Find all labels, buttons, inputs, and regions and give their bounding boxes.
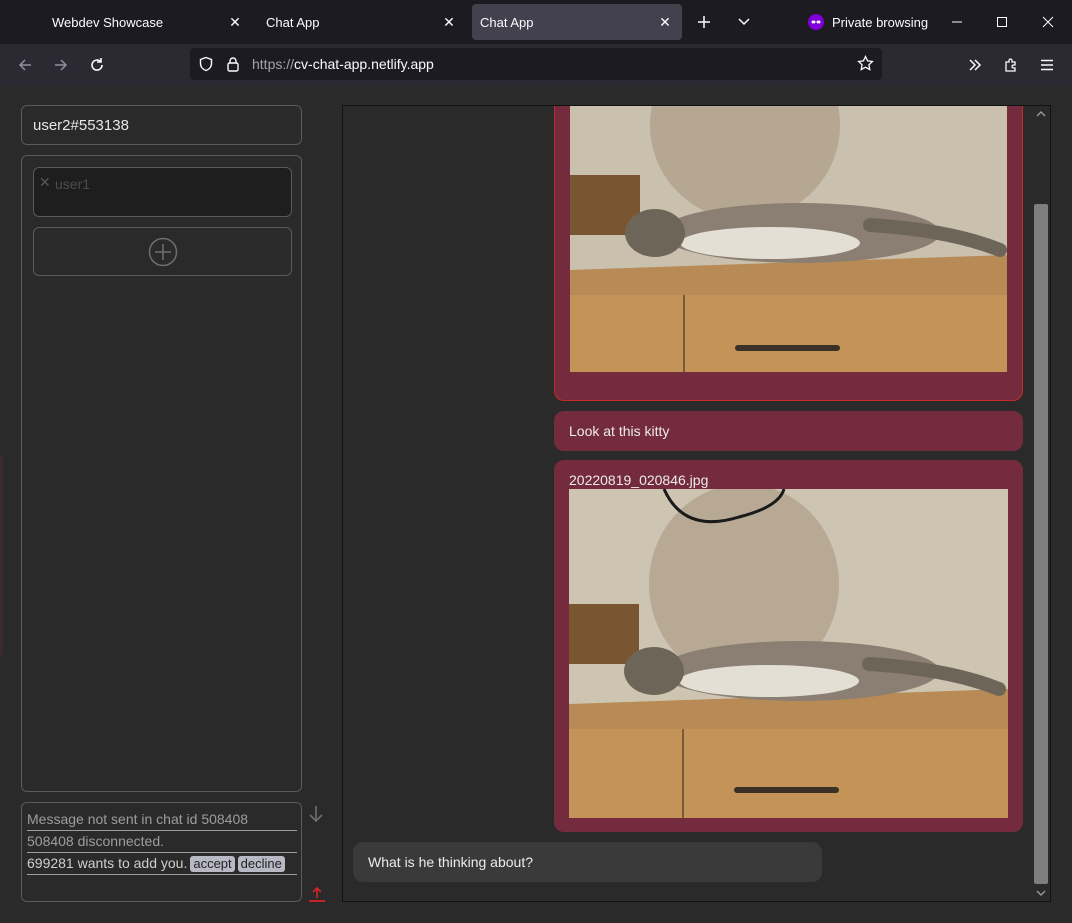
- chat-list-item[interactable]: ✕ user1: [33, 167, 292, 217]
- message-bubble-text: Look at this kitty: [554, 411, 1023, 451]
- username-display: user2#553138: [21, 105, 302, 145]
- maximize-icon: [997, 17, 1007, 27]
- list-tabs-button[interactable]: [729, 7, 759, 37]
- close-window-button[interactable]: [1033, 8, 1063, 36]
- star-icon[interactable]: [857, 55, 874, 72]
- extensions-button[interactable]: [996, 50, 1026, 80]
- private-mask-icon: [808, 14, 824, 30]
- tab-title: Webdev Showcase: [52, 15, 164, 30]
- notifications-panel: Message not sent in chat id 508408 50840…: [21, 802, 302, 902]
- cat-photo[interactable]: [570, 105, 1007, 372]
- minimize-icon: [952, 21, 962, 23]
- url-bar[interactable]: https://cv-chat-app.netlify.app: [190, 48, 882, 80]
- lock-icon[interactable]: [226, 56, 240, 72]
- back-button[interactable]: [10, 50, 40, 80]
- decline-button[interactable]: decline: [237, 856, 285, 872]
- scroll-down-icon[interactable]: [1036, 888, 1046, 898]
- menu-icon: [1041, 59, 1053, 71]
- chat-app-page: user2#553138 ✕ user1 Message not sent in…: [0, 85, 1072, 923]
- url-text[interactable]: https://cv-chat-app.netlify.app: [252, 56, 434, 72]
- minimize-button[interactable]: [942, 8, 972, 36]
- back-icon: [18, 59, 31, 71]
- arrow-down-icon[interactable]: [306, 804, 326, 824]
- private-browsing-label: Private browsing: [832, 14, 929, 30]
- extensions-overflow-button[interactable]: [960, 50, 990, 80]
- tab-webdev-showcase[interactable]: Webdev Showcase ✕: [38, 4, 252, 40]
- chat-list: ✕ user1: [21, 155, 302, 792]
- message-bubble-image: 20220819_020846.jpg: [554, 460, 1023, 832]
- tab-title: Chat App: [266, 15, 320, 30]
- chat-messages-panel[interactable]: Look at this kitty 20220819_020846.jpg W…: [342, 105, 1051, 902]
- notification-message: 508408 disconnected.: [27, 831, 297, 853]
- image-filename[interactable]: 20220819_020846.jpg: [569, 472, 708, 488]
- private-browsing-indicator: Private browsing: [808, 12, 928, 32]
- tab-bar: Webdev Showcase ✕ Chat App ✕ Chat App ✕ …: [0, 0, 1072, 44]
- message-bubble-image: [554, 105, 1023, 401]
- tab-chat-app[interactable]: Chat App ✕: [252, 4, 466, 40]
- scroll-up-icon[interactable]: [1036, 109, 1046, 119]
- close-icon[interactable]: ✕: [226, 13, 244, 31]
- reload-icon: [91, 58, 103, 71]
- extensions-overflow-icon: [969, 59, 982, 71]
- reload-button[interactable]: [82, 50, 112, 80]
- forward-button[interactable]: [46, 50, 76, 80]
- cat-photo[interactable]: [569, 489, 1008, 818]
- puzzle-icon: [1005, 58, 1016, 72]
- accept-button[interactable]: accept: [190, 856, 235, 872]
- close-icon[interactable]: ✕: [656, 13, 674, 31]
- navigation-toolbar: https://cv-chat-app.netlify.app: [0, 44, 1072, 85]
- add-circle-icon: [148, 237, 177, 266]
- close-icon: [1042, 16, 1054, 28]
- tab-chat-app-active[interactable]: Chat App ✕: [472, 4, 682, 40]
- maximize-button[interactable]: [987, 8, 1017, 36]
- friend-request-text: 699281 wants to add you.: [27, 855, 188, 871]
- upload-icon[interactable]: [308, 885, 326, 903]
- new-tab-button[interactable]: [689, 7, 719, 37]
- tab-title: Chat App: [480, 15, 534, 30]
- plus-icon: [698, 16, 710, 28]
- url-host: cv-chat-app.netlify.app: [294, 56, 434, 72]
- close-icon[interactable]: ✕: [440, 13, 458, 31]
- message-bubble-text: What is he thinking about?: [353, 842, 822, 882]
- add-chat-button[interactable]: [33, 227, 292, 276]
- url-scheme: https://: [252, 56, 295, 72]
- friend-request-notification: 699281 wants to add you. accept decline: [27, 853, 297, 875]
- chat-name: user1: [55, 176, 91, 192]
- forward-icon: [55, 59, 68, 71]
- remove-chat-icon[interactable]: ✕: [39, 174, 51, 191]
- chat-scrollbar[interactable]: [1032, 106, 1050, 901]
- shield-icon[interactable]: [198, 56, 214, 72]
- notification-message: Message not sent in chat id 508408: [27, 809, 297, 831]
- page-edge-decoration: [0, 455, 3, 655]
- app-menu-button[interactable]: [1032, 50, 1062, 80]
- chevron-down-icon: [738, 18, 750, 26]
- scrollbar-thumb[interactable]: [1034, 204, 1048, 884]
